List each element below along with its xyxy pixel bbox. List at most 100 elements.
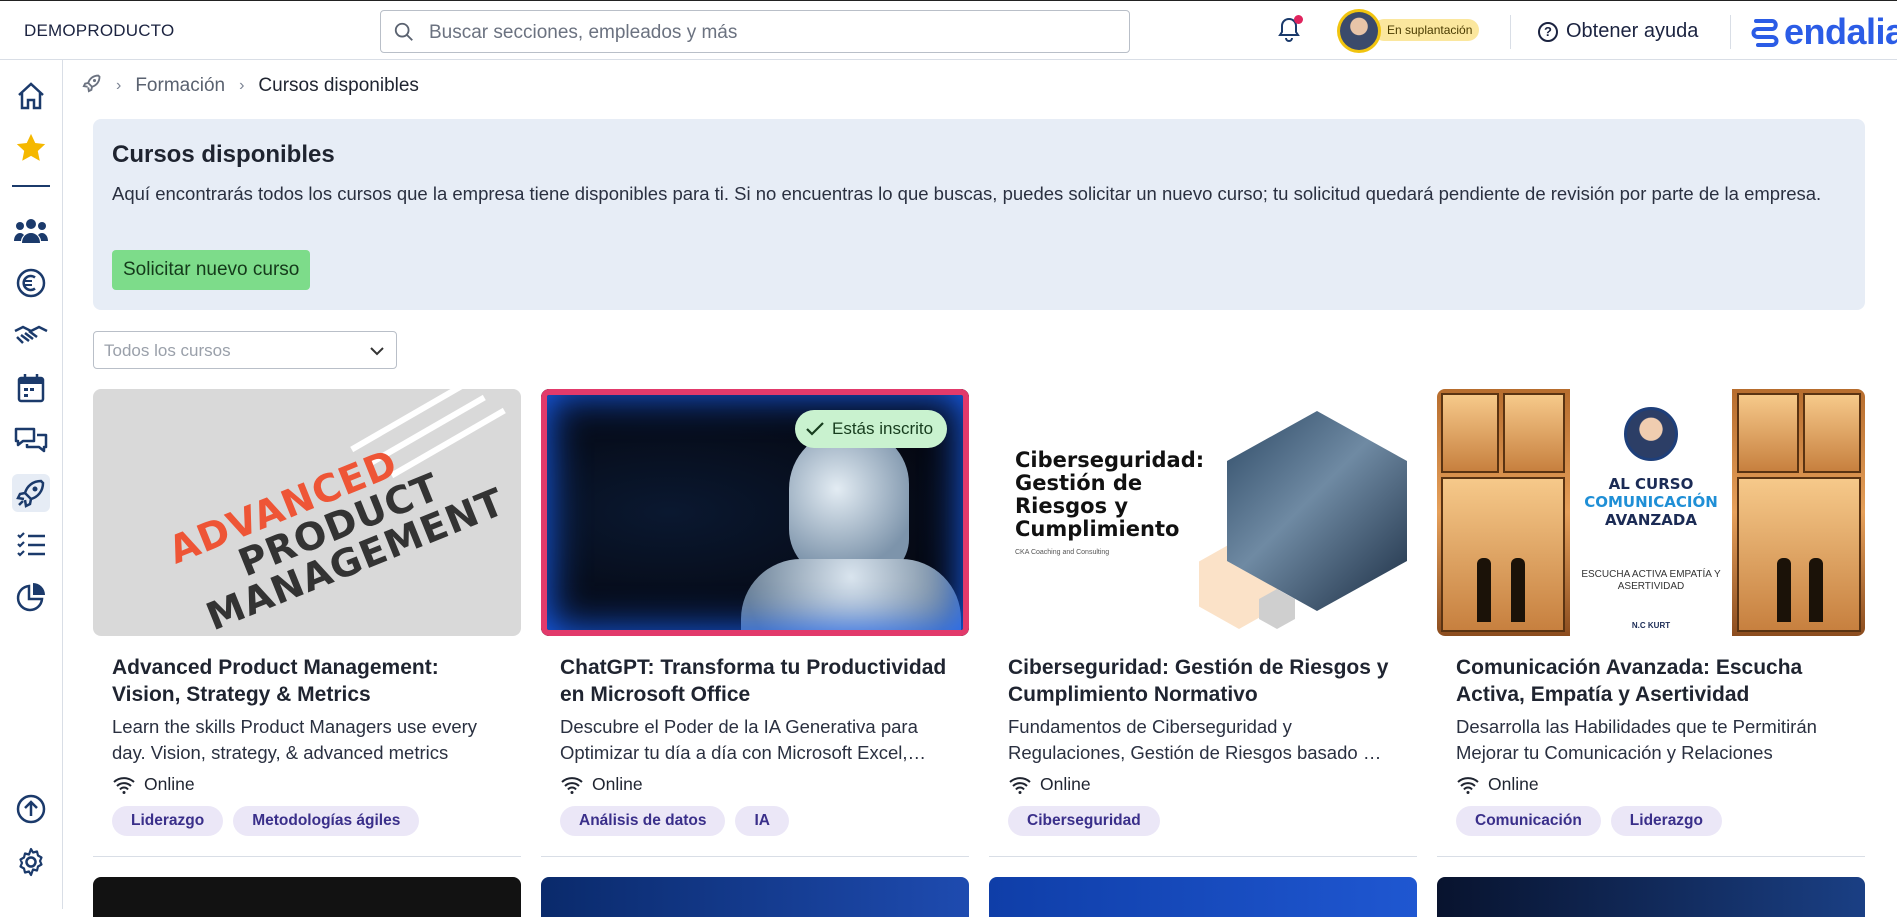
course-mode: Online <box>112 774 195 795</box>
course-card[interactable]: AL CURSO COMUNICACIÓN AVANZADA ESCUCHA A… <box>1437 389 1865 857</box>
search-icon <box>393 21 415 48</box>
course-filter-select[interactable]: Todos los cursos <box>93 331 397 369</box>
course-thumbnail[interactable]: ADVANCED PRODUCT MANAGEMENT <box>93 389 521 636</box>
breadcrumb-item-current: Cursos disponibles <box>258 75 419 96</box>
instructor-avatar <box>1624 407 1678 461</box>
sidebar-item-agreements[interactable] <box>12 316 50 354</box>
sidebar-item-payroll[interactable] <box>12 264 50 302</box>
course-tags: Liderazgo Metodologías ágiles <box>112 806 420 836</box>
rocket-icon[interactable] <box>82 73 102 99</box>
sidebar-item-employees[interactable] <box>12 211 50 249</box>
tag: Comunicación <box>1456 806 1601 836</box>
check-icon <box>806 422 824 436</box>
course-mode: Online <box>560 774 643 795</box>
course-thumbnail[interactable]: Estás inscrito <box>541 389 969 636</box>
course-title[interactable]: Ciberseguridad: Gestión de Riesgos y Cum… <box>1008 654 1408 708</box>
avatar[interactable] <box>1337 9 1381 53</box>
company-name[interactable]: DEMOPRODUCTO <box>24 21 174 41</box>
breadcrumb-item-formacion[interactable]: Formación <box>135 75 225 97</box>
thumbnail-panel: AL CURSO COMUNICACIÓN AVANZADA ESCUCHA A… <box>1570 389 1732 636</box>
course-title[interactable]: Advanced Product Management: Vision, Str… <box>112 654 512 708</box>
search-placeholder: Buscar secciones, empleados y más <box>429 22 738 43</box>
impersonation-badge: En suplantación <box>1373 19 1480 41</box>
search-input[interactable]: Buscar secciones, empleados y más <box>380 10 1130 53</box>
endalia-logo-icon <box>1751 19 1779 47</box>
euro-icon <box>16 268 46 298</box>
arrow-up-circle-icon <box>16 794 46 824</box>
notifications-bell-icon[interactable] <box>1277 15 1303 48</box>
course-description: Fundamentos de Ciberseguridad y Regulaci… <box>1008 716 1384 763</box>
wifi-icon <box>561 776 583 794</box>
sidebar-item-favorites[interactable] <box>12 129 50 167</box>
course-thumbnail[interactable]: Ciberseguridad: Gestión de Riesgos y Cum… <box>989 389 1417 636</box>
rocket-icon <box>16 479 45 508</box>
breadcrumb: › Formación › Cursos disponibles <box>82 73 419 99</box>
chevron-right-icon: › <box>116 77 122 94</box>
chevron-down-icon <box>368 342 386 365</box>
checklist-icon <box>17 532 45 557</box>
course-title[interactable]: Comunicación Avanzada: Escucha Activa, E… <box>1456 654 1856 708</box>
tag: Análisis de datos <box>560 806 726 836</box>
course-tags: Ciberseguridad <box>1008 806 1160 836</box>
star-icon <box>16 133 46 161</box>
tag: Liderazgo <box>112 806 224 836</box>
tag: Metodologías ágiles <box>233 806 420 836</box>
thumbnail-title: Ciberseguridad: Gestión de Riesgos y Cum… <box>1015 448 1205 541</box>
home-icon <box>18 82 44 110</box>
course-card-thumbnail[interactable] <box>1437 877 1865 917</box>
help-icon: ? <box>1538 21 1558 42</box>
sidebar-item-tasks[interactable] <box>12 526 50 564</box>
course-description: Learn the skills Product Managers use ev… <box>112 716 478 763</box>
course-card-thumbnail[interactable] <box>93 877 521 917</box>
tag: IA <box>735 806 789 836</box>
sidebar-item-training[interactable] <box>12 474 50 512</box>
handshake-icon <box>14 325 48 344</box>
sidebar <box>0 60 63 909</box>
top-bar: DEMOPRODUCTO Buscar secciones, empleados… <box>0 0 1897 60</box>
sidebar-item-settings[interactable] <box>12 843 50 881</box>
course-tags: Análisis de datos IA <box>560 806 789 836</box>
course-card-thumbnail[interactable] <box>541 877 969 917</box>
course-mode: Online <box>1456 774 1539 795</box>
course-card[interactable]: Ciberseguridad: Gestión de Riesgos y Cum… <box>989 389 1417 857</box>
header-divider <box>1730 15 1731 49</box>
calendar-icon <box>17 374 45 403</box>
sidebar-item-calendar[interactable] <box>12 369 50 407</box>
people-icon <box>14 219 48 243</box>
wifi-icon <box>113 776 135 794</box>
sidebar-item-upload[interactable] <box>12 790 50 828</box>
help-button[interactable]: ? Obtener ayuda <box>1538 20 1698 43</box>
notification-dot <box>1294 15 1303 24</box>
course-description: Desarrolla las Habilidades que te Permit… <box>1456 716 1817 763</box>
sidebar-item-reports[interactable] <box>12 578 50 616</box>
course-tags: Comunicación Liderazgo <box>1456 806 1722 836</box>
help-label: Obtener ayuda <box>1566 20 1699 42</box>
brand-logo[interactable]: endalia <box>1750 11 1897 53</box>
header-divider <box>1510 15 1511 49</box>
sidebar-separator <box>12 185 50 187</box>
course-card-thumbnail[interactable] <box>989 877 1417 917</box>
chat-icon <box>14 427 48 453</box>
wifi-icon <box>1457 776 1479 794</box>
sidebar-item-home[interactable] <box>12 77 50 115</box>
course-thumbnail[interactable]: AL CURSO COMUNICACIÓN AVANZADA ESCUCHA A… <box>1437 389 1865 636</box>
course-description: Descubre el Poder de la IA Generativa pa… <box>560 716 918 763</box>
course-mode: Online <box>1008 774 1091 795</box>
filter-value: Todos los cursos <box>104 341 231 360</box>
course-title[interactable]: ChatGPT: Transforma tu Productividad en … <box>560 654 960 708</box>
enrolled-badge: Estás inscrito <box>795 410 948 448</box>
course-card[interactable]: ADVANCED PRODUCT MANAGEMENT Advanced Pro… <box>93 389 521 857</box>
tag: Ciberseguridad <box>1008 806 1160 836</box>
wifi-icon <box>1009 776 1031 794</box>
thumbnail-subtitle: CKA Coaching and Consulting <box>1015 549 1110 556</box>
sidebar-item-chat[interactable] <box>12 421 50 459</box>
tag: Liderazgo <box>1610 806 1722 836</box>
chevron-right-icon: › <box>239 77 245 94</box>
page-title: Cursos disponibles <box>112 141 335 168</box>
info-description: Aquí encontrarás todos los cursos que la… <box>112 183 1822 204</box>
pie-chart-icon <box>16 583 45 612</box>
thumbnail-art: ADVANCED PRODUCT MANAGEMENT <box>162 440 511 636</box>
gear-icon <box>19 847 43 877</box>
course-card[interactable]: Estás inscrito ChatGPT: Transforma tu Pr… <box>541 389 969 857</box>
request-course-button[interactable]: Solicitar nuevo curso <box>112 250 311 290</box>
